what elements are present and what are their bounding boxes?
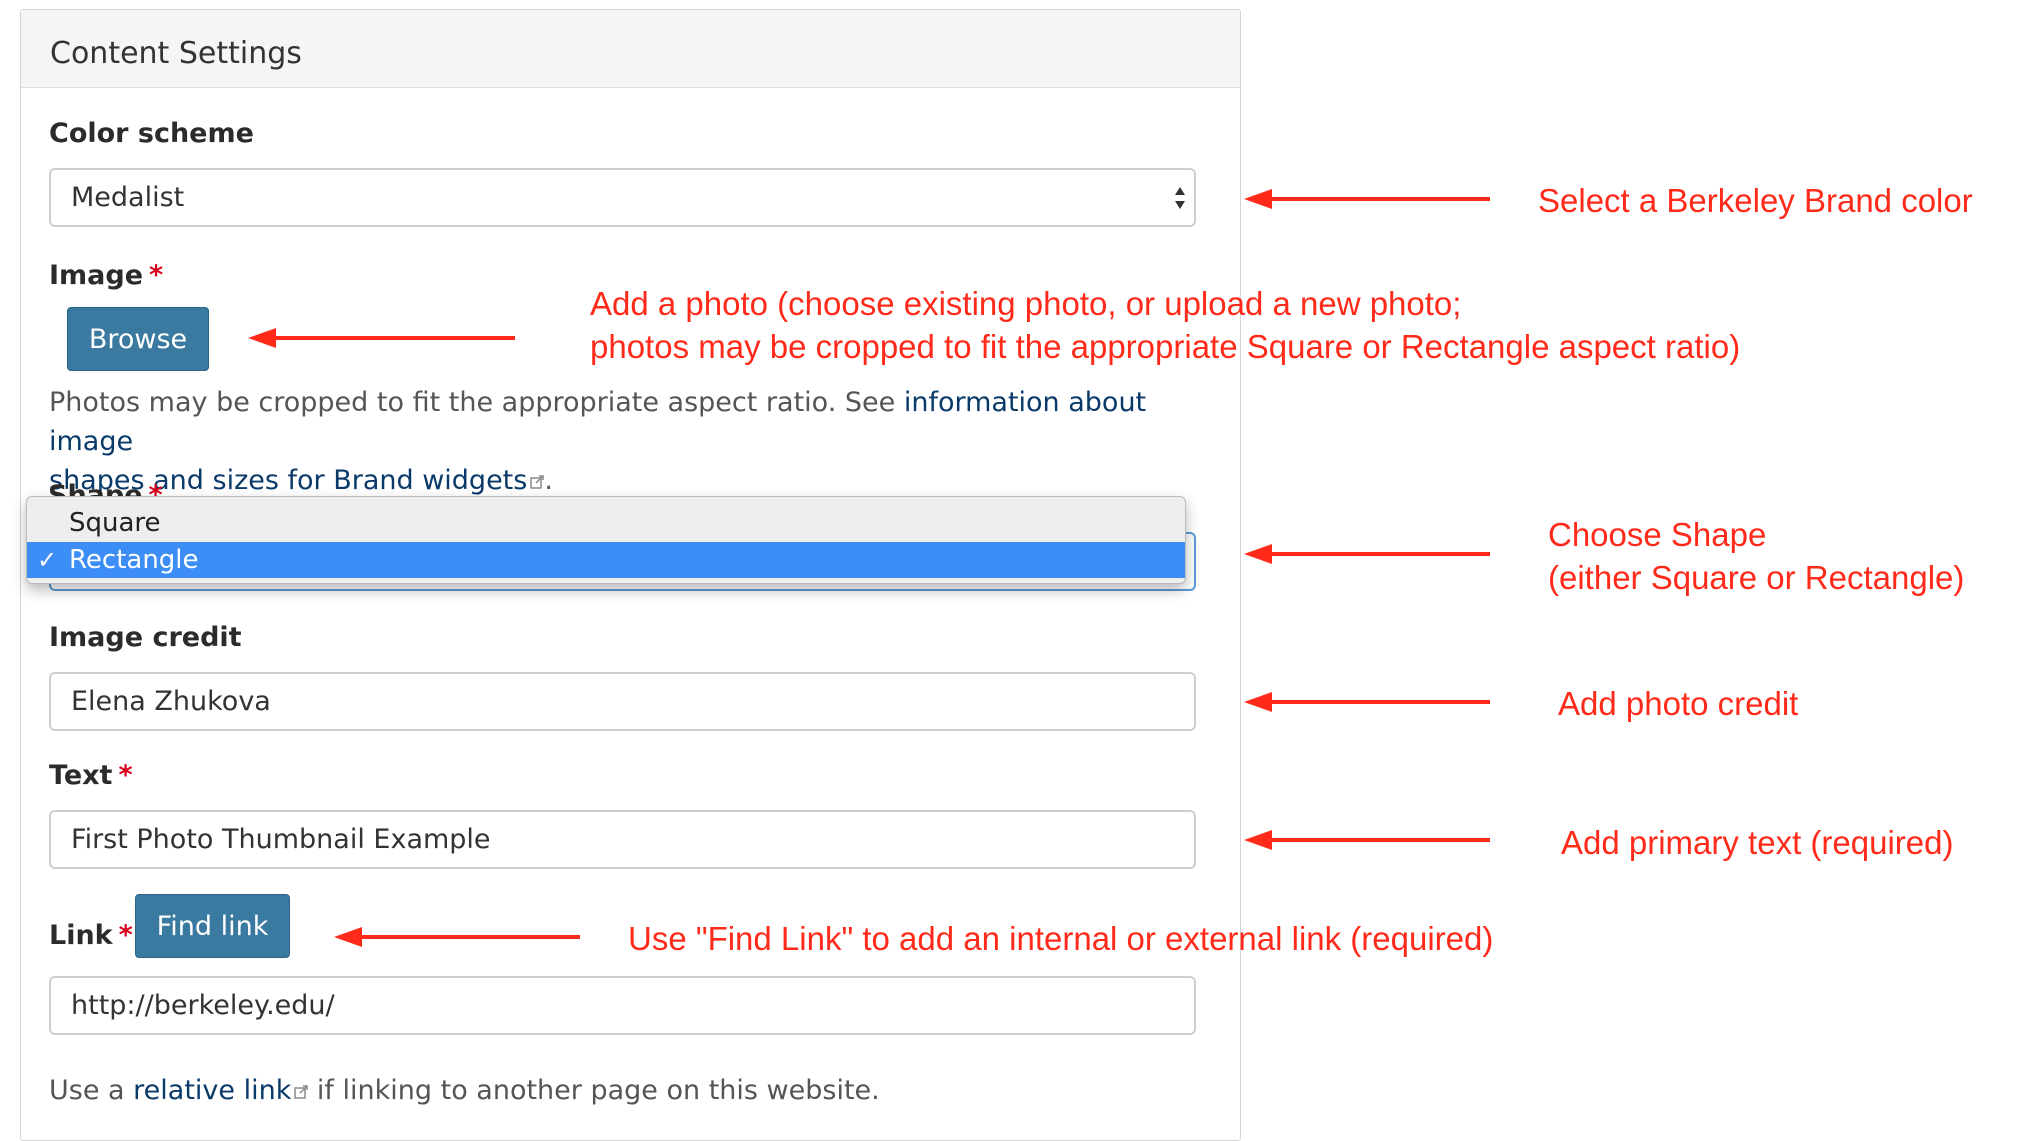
annotation-credit: Add photo credit	[1558, 685, 1799, 722]
arrowhead-link	[334, 927, 362, 947]
annotation-image-line2: photos may be cropped to fit the appropr…	[590, 328, 1741, 365]
arrowhead-color-scheme	[1244, 189, 1272, 209]
annotation-image-line1: Add a photo (choose existing photo, or u…	[590, 285, 1462, 322]
annotation-shape-line2: (either Square or Rectangle)	[1548, 559, 1965, 596]
arrowhead-shape	[1244, 544, 1272, 564]
annotation-text: Add primary text (required)	[1561, 824, 1954, 861]
arrowhead-text	[1244, 830, 1272, 850]
annotation-shape-line1: Choose Shape	[1548, 516, 1767, 553]
annotation-link: Use "Find Link" to add an internal or ex…	[628, 920, 1494, 957]
arrowhead-credit	[1244, 692, 1272, 712]
annotation-color-scheme: Select a Berkeley Brand color	[1538, 182, 1973, 219]
arrowhead-image	[248, 328, 276, 348]
